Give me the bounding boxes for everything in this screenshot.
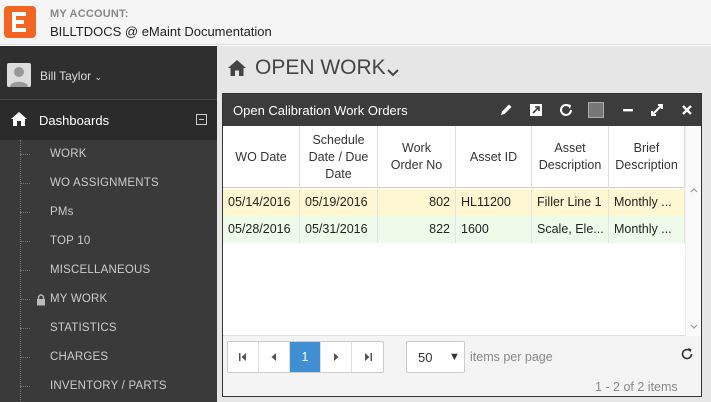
column-header-wo-date[interactable]: WO Date bbox=[223, 126, 300, 188]
home-icon bbox=[10, 111, 28, 132]
sidebar-item-charges[interactable]: CHARGES bbox=[20, 343, 217, 372]
first-page-icon[interactable] bbox=[228, 342, 259, 372]
account-name[interactable]: BILLTDOCS @ eMaint Documentation bbox=[50, 24, 272, 39]
next-page-icon[interactable] bbox=[321, 342, 352, 372]
page-size-value: 50 bbox=[418, 350, 433, 365]
page-title-text: OPEN WORK bbox=[255, 56, 386, 79]
sidebar-item-inventory-parts[interactable]: INVENTORY / PARTS bbox=[20, 372, 217, 401]
items-count: 1 - 2 of 2 items bbox=[595, 380, 678, 394]
column-header-brief-desc[interactable]: Brief Description bbox=[609, 126, 685, 188]
expand-arrow-icon[interactable] bbox=[528, 102, 544, 118]
caret-down-icon: ▼ bbox=[449, 351, 460, 363]
top-header: MY ACCOUNT: BILLTDOCS @ eMaint Documenta… bbox=[0, 0, 711, 45]
color-swatch-icon[interactable] bbox=[588, 102, 604, 118]
last-page-icon[interactable] bbox=[352, 342, 383, 372]
page-navigation: 1 bbox=[227, 341, 384, 373]
dashboards-label: Dashboards bbox=[39, 113, 110, 128]
column-header-due-date[interactable]: Schedule Date / Due Date bbox=[300, 126, 378, 188]
sidebar-item-wo-assignments[interactable]: WO ASSIGNMENTS bbox=[20, 169, 217, 198]
sidebar: Bill Taylor ⌄ Dashboards WORK WO ASSIGNM… bbox=[0, 46, 217, 402]
grid-header: WO Date Schedule Date / Due Date Work Or… bbox=[223, 126, 685, 188]
cell-wo-no: 802 bbox=[378, 189, 456, 216]
sidebar-item-pms[interactable]: PMs bbox=[20, 198, 217, 227]
page-size-select[interactable]: 50 ▼ bbox=[406, 341, 465, 373]
sidebar-item-dashboards[interactable]: Dashboards bbox=[0, 100, 217, 140]
open-calibration-widget: Open Calibration Work Orders WO Date Sch… bbox=[222, 93, 702, 397]
cell-asset-id: 1600 bbox=[456, 216, 532, 243]
column-header-asset-desc[interactable]: Asset Description bbox=[532, 126, 609, 188]
sidebar-item-top-10[interactable]: TOP 10 bbox=[20, 227, 217, 256]
column-header-wo-no[interactable]: Work Order No bbox=[378, 126, 456, 188]
vertical-scrollbar[interactable] bbox=[685, 126, 701, 336]
prev-page-icon[interactable] bbox=[259, 342, 290, 372]
sidebar-item-miscellaneous[interactable]: MISCELLANEOUS bbox=[20, 256, 217, 285]
chevron-down-icon[interactable] bbox=[387, 64, 399, 82]
pencil-icon[interactable] bbox=[498, 102, 514, 118]
cell-wo-no: 822 bbox=[378, 216, 456, 243]
sidebar-item-my-work[interactable]: MY WORK bbox=[20, 285, 217, 314]
table-row[interactable]: 05/28/2016 05/31/2016 822 1600 Scale, El… bbox=[223, 216, 685, 243]
cell-brief-desc: Monthly ... bbox=[609, 189, 685, 216]
dashboard-tree: WORK WO ASSIGNMENTS PMs TOP 10 MISCELLAN… bbox=[0, 140, 217, 402]
maximize-icon[interactable] bbox=[649, 102, 665, 118]
cell-brief-desc: Monthly ... bbox=[609, 216, 685, 243]
cell-due-date: 05/31/2016 bbox=[300, 216, 378, 243]
cell-due-date: 05/19/2016 bbox=[300, 189, 378, 216]
widget-header: Open Calibration Work Orders bbox=[223, 94, 701, 126]
account-label: MY ACCOUNT: bbox=[50, 8, 129, 20]
widget-title: Open Calibration Work Orders bbox=[233, 103, 408, 118]
items-per-page-label: items per page bbox=[470, 350, 553, 364]
cell-wo-date: 05/14/2016 bbox=[223, 189, 300, 216]
refresh-icon[interactable] bbox=[680, 347, 694, 366]
brand-logo-icon[interactable] bbox=[4, 6, 36, 38]
column-header-asset-id[interactable]: Asset ID bbox=[456, 126, 532, 188]
sidebar-item-statistics[interactable]: STATISTICS bbox=[20, 314, 217, 343]
cell-asset-id: HL11200 bbox=[456, 189, 532, 216]
user-icon bbox=[7, 63, 31, 87]
lock-icon bbox=[36, 293, 46, 311]
refresh-icon[interactable] bbox=[558, 102, 574, 118]
cell-wo-date: 05/28/2016 bbox=[223, 216, 300, 243]
user-menu[interactable]: Bill Taylor ⌄ bbox=[0, 46, 217, 100]
sidebar-item-work[interactable]: WORK bbox=[20, 140, 217, 169]
work-orders-grid: WO Date Schedule Date / Due Date Work Or… bbox=[223, 126, 701, 336]
minimize-icon[interactable] bbox=[620, 102, 636, 118]
home-icon bbox=[227, 59, 247, 82]
pager: 1 50 ▼ items per page 1 - 2 of 2 items bbox=[223, 336, 701, 396]
cell-asset-desc: Scale, Ele... bbox=[532, 216, 609, 243]
table-row[interactable]: 05/14/2016 05/19/2016 802 HL11200 Filler… bbox=[223, 189, 685, 216]
cell-asset-desc: Filler Line 1 bbox=[532, 189, 609, 216]
close-icon[interactable] bbox=[679, 102, 695, 118]
page-number-button[interactable]: 1 bbox=[290, 342, 321, 372]
user-name[interactable]: Bill Taylor ⌄ bbox=[40, 69, 102, 83]
minus-square-icon[interactable] bbox=[196, 114, 207, 125]
